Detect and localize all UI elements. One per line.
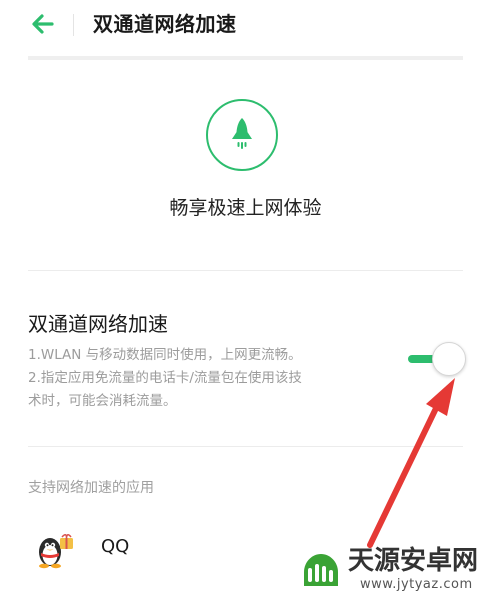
description-line: 1.WLAN 与移动数据同时使用，上网更流畅。 (28, 347, 302, 363)
app-name: QQ (101, 536, 130, 557)
setting-description: 1.WLAN 与移动数据同时使用，上网更流畅。 2.指定应用免流量的电话卡/流量… (28, 344, 388, 413)
dual-channel-toggle[interactable] (408, 341, 466, 377)
annotation-arrow (367, 378, 455, 548)
section-header: 支持网络加速的应用 (28, 480, 154, 496)
qq-penguin-icon (36, 526, 76, 570)
rocket-icon (232, 118, 252, 149)
arrow-left-icon (32, 14, 54, 34)
watermark-logo (304, 554, 338, 586)
setting-title: 双通道网络加速 (28, 312, 168, 336)
hero-tagline: 畅享极速上网体验 (169, 197, 322, 219)
top-bar: 双通道网络加速 (0, 0, 491, 50)
back-button[interactable] (28, 10, 58, 38)
dual-channel-setting: 双通道网络加速 1.WLAN 与移动数据同时使用，上网更流畅。 2.指定应用免流… (28, 308, 463, 418)
watermark-title: 天源安卓网 (348, 546, 479, 576)
description-line: 2.指定应用免流量的电话卡/流量包在使用该技 (28, 370, 302, 386)
toolbar-divider (73, 14, 74, 36)
toggle-knob (432, 342, 466, 376)
section-divider (28, 270, 463, 271)
section-divider (28, 446, 463, 447)
watermark-url: www.jytyaz.com (360, 577, 473, 592)
page-title: 双通道网络加速 (93, 12, 237, 36)
hero-badge (206, 99, 278, 171)
header-divider (28, 56, 463, 60)
description-line: 术时，可能会消耗流量。 (28, 393, 177, 409)
watermark: 天源安卓网 www.jytyaz.com (298, 546, 488, 594)
